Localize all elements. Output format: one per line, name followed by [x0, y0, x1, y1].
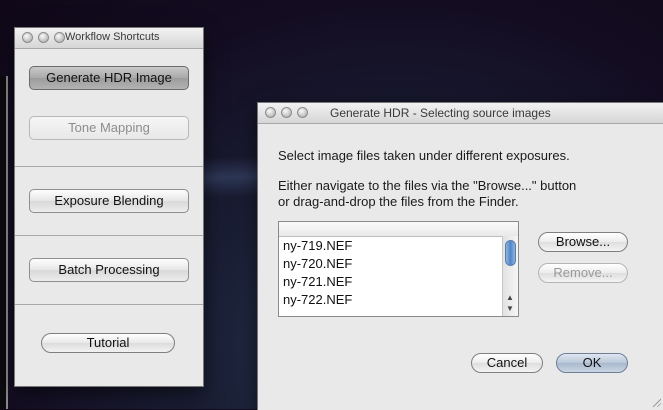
titlebar: Generate HDR - Selecting source images	[258, 103, 663, 124]
minimize-button[interactable]	[281, 107, 292, 118]
scroll-thumb[interactable]	[505, 240, 516, 266]
instruction-text: or drag-and-drop the files from the Find…	[278, 194, 519, 209]
generate-hdr-button[interactable]: Generate HDR Image	[29, 66, 189, 90]
tone-mapping-button[interactable]: Tone Mapping	[29, 116, 189, 140]
remove-button[interactable]: Remove...	[538, 263, 628, 283]
window-title: Workflow Shortcuts	[65, 31, 160, 43]
titlebar: Workflow Shortcuts	[15, 28, 203, 49]
background-window-edge	[0, 76, 8, 409]
list-item[interactable]: ny-722.NEF	[279, 291, 518, 309]
list-item[interactable]: ny-721.NEF	[279, 273, 518, 291]
list-header	[279, 222, 518, 237]
window-title: Generate HDR - Selecting source images	[330, 106, 551, 120]
cancel-button[interactable]: Cancel	[471, 353, 543, 373]
scroll-down-icon[interactable]: ▼	[506, 304, 514, 313]
file-list[interactable]: ny-719.NEF ny-720.NEF ny-721.NEF ny-722.…	[278, 221, 519, 317]
vertical-scrollbar[interactable]: ▲ ▼	[502, 236, 518, 316]
zoom-button[interactable]	[297, 107, 308, 118]
minimize-button[interactable]	[38, 32, 49, 43]
window-controls	[265, 107, 308, 118]
close-button[interactable]	[22, 32, 33, 43]
browse-button[interactable]: Browse...	[538, 232, 628, 252]
list-item[interactable]: ny-720.NEF	[279, 255, 518, 273]
close-button[interactable]	[265, 107, 276, 118]
resize-grip-icon[interactable]	[651, 397, 661, 407]
instruction-text: Select image files taken under different…	[278, 148, 570, 163]
zoom-button[interactable]	[54, 32, 65, 43]
instruction-text: Either navigate to the files via the "Br…	[278, 178, 577, 193]
list-item[interactable]: ny-719.NEF	[279, 237, 518, 255]
divider	[15, 235, 203, 236]
exposure-blending-button[interactable]: Exposure Blending	[29, 189, 189, 213]
generate-hdr-dialog: Generate HDR - Selecting source images S…	[257, 102, 663, 410]
divider	[15, 166, 203, 167]
scroll-up-icon[interactable]: ▲	[506, 293, 514, 302]
workflow-shortcuts-window: Workflow Shortcuts Generate HDR Image To…	[14, 27, 204, 387]
batch-processing-button[interactable]: Batch Processing	[29, 258, 189, 282]
window-controls	[22, 32, 65, 43]
ok-button[interactable]: OK	[556, 353, 628, 373]
divider	[15, 304, 203, 305]
tutorial-button[interactable]: Tutorial	[41, 333, 175, 353]
